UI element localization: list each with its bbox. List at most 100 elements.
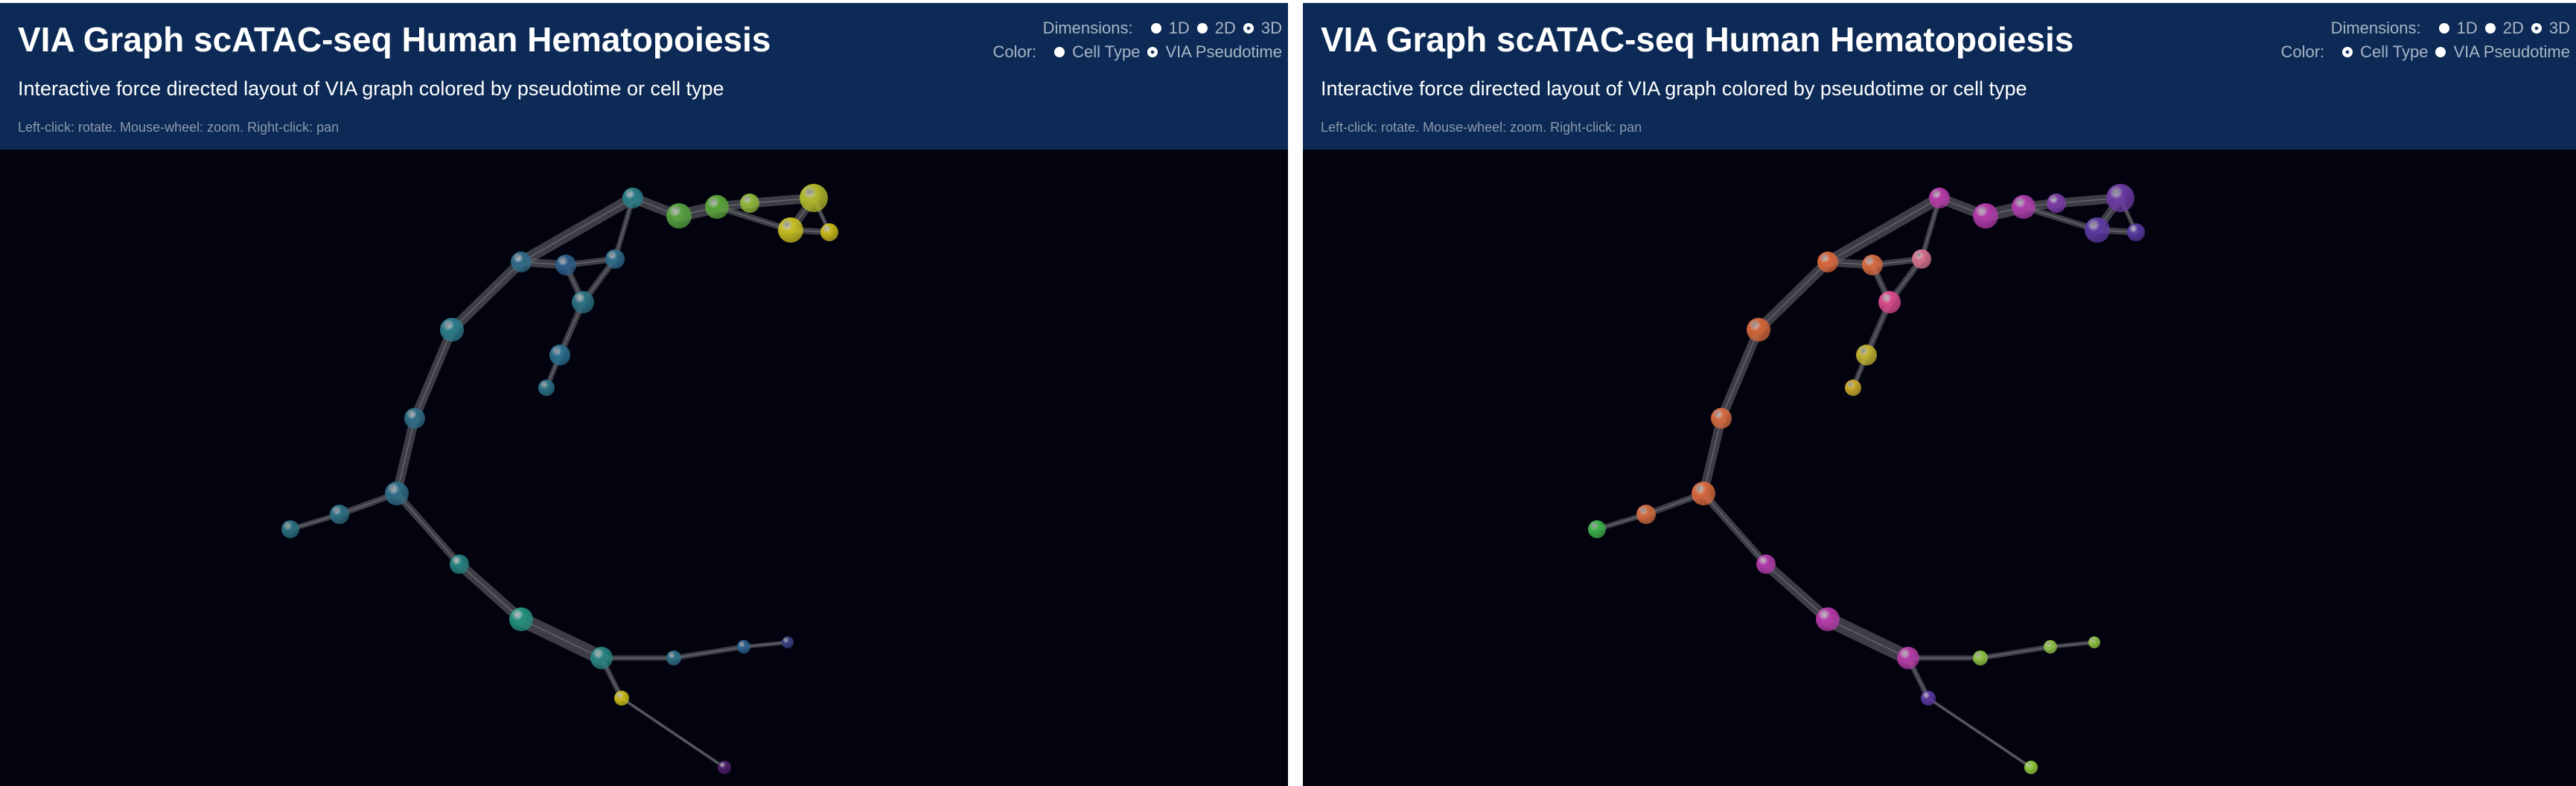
graph-edge-highlight (451, 261, 522, 330)
graph-node[interactable] (782, 636, 794, 648)
graph-node[interactable] (2127, 223, 2145, 241)
color-celltype-radio[interactable]: Cell Type (1054, 42, 1140, 62)
graph-edge-highlight (621, 697, 725, 768)
graph-node[interactable] (1845, 380, 1861, 396)
graph-node[interactable] (1921, 691, 1936, 706)
graph-node[interactable] (572, 291, 594, 313)
radio-label: 1D (1168, 19, 1190, 37)
radio-selected-icon (2531, 23, 2542, 33)
graph-node[interactable] (450, 555, 469, 574)
dimension-3d-radio[interactable]: 3D (2531, 19, 2570, 38)
graph-edge-highlight (459, 563, 522, 620)
graph-node[interactable] (1588, 520, 1606, 538)
graph-edge-highlight (414, 329, 453, 419)
graph-edge-highlight (396, 493, 460, 565)
graph-canvas[interactable] (0, 150, 1288, 786)
dimension-2d-radio[interactable]: 2D (2484, 19, 2524, 38)
graph-node[interactable] (511, 252, 532, 272)
graph-node[interactable] (2012, 195, 2035, 219)
graph-node[interactable] (800, 184, 828, 212)
graph-node[interactable] (2044, 640, 2057, 654)
radio-label: 1D (2456, 19, 2478, 37)
graph-node[interactable] (778, 217, 803, 243)
graph-node[interactable] (1817, 252, 1838, 272)
graph-node[interactable] (2088, 636, 2100, 648)
dimensions-row: Dimensions: 1D 2D 3D (2280, 16, 2570, 40)
graph-node[interactable] (330, 505, 349, 524)
graph-node[interactable] (1862, 255, 1883, 275)
color-label: Color: (2280, 42, 2325, 61)
graph-edge-highlight (1721, 329, 1759, 419)
graph-node[interactable] (1878, 291, 1901, 313)
graph-node[interactable] (705, 195, 729, 219)
graph-node[interactable] (1929, 188, 1950, 208)
graph-node[interactable] (622, 188, 643, 208)
graph-edge-highlight (1765, 563, 1829, 620)
graph-node[interactable] (614, 691, 629, 706)
dimensions-row: Dimensions: 1D 2D 3D (992, 16, 1282, 40)
controls-hint: Left-click: rotate. Mouse-wheel: zoom. R… (18, 120, 339, 135)
graph-node[interactable] (820, 223, 838, 241)
graph-canvas[interactable] (1303, 150, 2576, 786)
graph-node[interactable] (385, 482, 409, 505)
radio-label: 3D (1260, 19, 1282, 37)
graph-node[interactable] (605, 249, 625, 269)
graph-node[interactable] (666, 651, 681, 665)
panel-title: VIA Graph scATAC-seq Human Hematopoiesis (1321, 20, 2074, 59)
graph-node[interactable] (2106, 184, 2135, 212)
graph-node[interactable] (590, 647, 613, 669)
radio-label: VIA Pseudotime (2453, 42, 2570, 61)
radio-label: 3D (2548, 19, 2570, 37)
graph-node[interactable] (1756, 555, 1776, 574)
color-pseudotime-radio[interactable]: VIA Pseudotime (1147, 42, 1282, 62)
graph-node[interactable] (1636, 505, 1656, 524)
radio-label: Cell Type (2360, 42, 2429, 61)
graph-node[interactable] (440, 318, 464, 342)
dimension-2d-radio[interactable]: 2D (1196, 19, 1236, 38)
panel-subtitle: Interactive force directed layout of VIA… (1321, 77, 2027, 100)
graph-node[interactable] (2024, 761, 2038, 774)
radio-dot-icon (1150, 23, 1161, 33)
graph-edge-highlight (1703, 493, 1767, 565)
dimension-1d-radio[interactable]: 1D (1150, 19, 1190, 38)
dimension-3d-radio[interactable]: 3D (1243, 19, 1282, 38)
graph-node[interactable] (1973, 203, 1998, 229)
graph-node[interactable] (740, 194, 759, 213)
graph-edge-highlight (1827, 619, 1909, 659)
graph-node[interactable] (737, 640, 750, 654)
color-row: Color: Cell Type VIA Pseudotime (992, 40, 1282, 64)
graph-node[interactable] (549, 345, 570, 365)
radio-dot-icon (1196, 23, 1208, 33)
graph-node[interactable] (2085, 217, 2110, 243)
panel-header: VIA Graph scATAC-seq Human Hematopoiesis… (0, 3, 1288, 150)
graph-edge-highlight (520, 619, 602, 659)
graph-node[interactable] (555, 255, 576, 275)
radio-label: 2D (2502, 19, 2524, 37)
graph-node[interactable] (1912, 249, 1931, 269)
graph-node[interactable] (1897, 647, 1919, 669)
dimension-1d-radio[interactable]: 1D (2438, 19, 2478, 38)
graph-node[interactable] (509, 607, 533, 631)
graph-node[interactable] (1692, 482, 1715, 505)
color-celltype-radio[interactable]: Cell Type (2342, 42, 2428, 62)
color-pseudotime-radio[interactable]: VIA Pseudotime (2435, 42, 2570, 62)
color-label: Color: (992, 42, 1037, 61)
graph-node[interactable] (2047, 194, 2066, 213)
radio-dot-icon (2484, 23, 2496, 33)
graph-node[interactable] (666, 203, 692, 229)
graph-node[interactable] (1711, 408, 1732, 429)
graph-node[interactable] (538, 380, 555, 396)
panel-header: VIA Graph scATAC-seq Human Hematopoiesis… (1303, 3, 2576, 150)
graph-node[interactable] (281, 520, 299, 538)
radio-selected-icon (2342, 47, 2353, 57)
graph-edge-highlight (1928, 697, 2032, 768)
graph-node[interactable] (1973, 651, 1988, 665)
graph-node[interactable] (1816, 607, 1840, 631)
radio-label: 2D (1214, 19, 1236, 37)
graph-node[interactable] (1747, 318, 1770, 342)
view-controls: Dimensions: 1D 2D 3D Color: Cell Type VI… (992, 16, 1282, 64)
panel-subtitle: Interactive force directed layout of VIA… (18, 77, 724, 100)
graph-node[interactable] (1856, 345, 1877, 365)
graph-node[interactable] (718, 761, 731, 774)
graph-node[interactable] (404, 408, 425, 429)
